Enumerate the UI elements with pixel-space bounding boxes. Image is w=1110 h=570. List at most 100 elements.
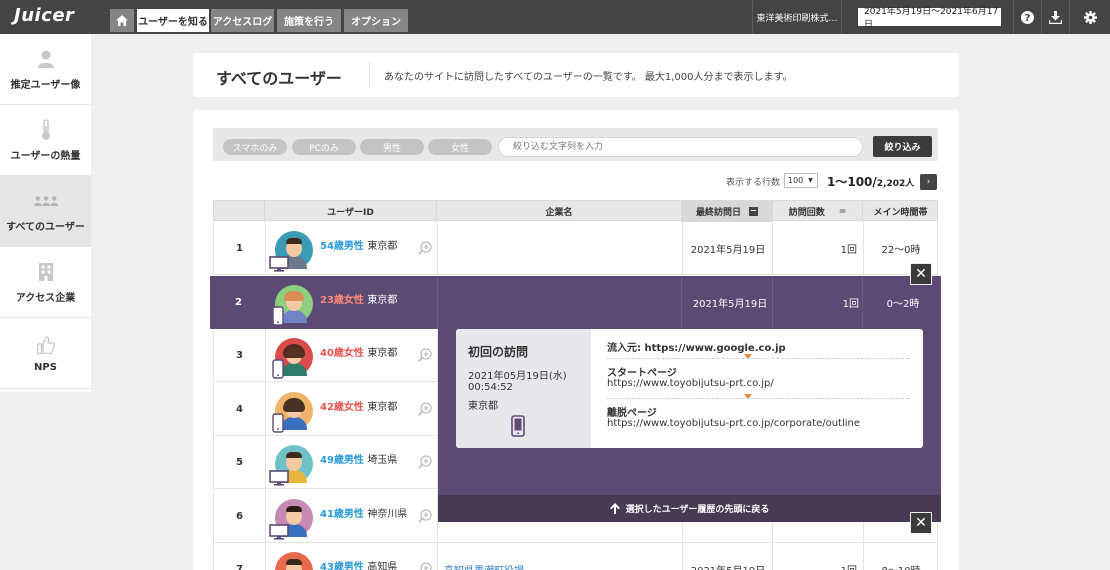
user-prefecture: 東京都	[367, 402, 398, 413]
download-button[interactable]	[1041, 0, 1069, 34]
visit-time: 00:54:52	[468, 382, 513, 393]
total-count: 2,202人	[876, 179, 915, 189]
user-label[interactable]: 43歳男性 高知県	[320, 558, 397, 570]
start-page-url[interactable]: https://www.toyobijutsu-prt.co.jp/	[607, 378, 774, 389]
users-icon	[33, 190, 58, 212]
company-link[interactable]: 高知県黒潮町役場	[444, 543, 524, 570]
narrow-button[interactable]: 絞り込み	[873, 136, 932, 157]
sidebar-item-estimated-persona[interactable]: 推定ユーザー像	[0, 34, 91, 105]
filter-chip-female[interactable]: 女性	[428, 139, 492, 155]
zoom-in-icon[interactable]	[418, 509, 432, 523]
column-header-last-visit[interactable]: 最終訪問日	[682, 201, 773, 222]
visit-date: 2021年05月19日(水)	[468, 371, 567, 382]
settings-icon	[1083, 10, 1097, 24]
desktop-icon	[269, 256, 289, 272]
sort-icon: =	[838, 206, 847, 217]
user-label[interactable]: 40歳女性 東京都	[320, 344, 397, 359]
user-label[interactable]: 54歳男性 東京都	[320, 237, 397, 252]
user-label[interactable]: 41歳男性 神奈川県	[320, 505, 407, 520]
close-icon: ✕	[915, 515, 927, 531]
user-label[interactable]: 49歳男性 埼玉県	[320, 451, 397, 466]
sidebar-item-nps[interactable]: NPS	[0, 318, 91, 389]
page-range: 1〜100/2,202人	[827, 173, 914, 190]
row-number: 5	[236, 456, 243, 468]
narrow-search-input[interactable]	[498, 137, 863, 157]
sidebar-item-access-companies[interactable]: アクセス企業	[0, 247, 91, 318]
next-page-button[interactable]: ›	[920, 174, 937, 190]
last-visit-date: 2021年5月19日	[690, 244, 766, 256]
table-row[interactable]: 1 54歳男性 東京都 2021年5月19日 1回 22〜0時	[213, 222, 938, 275]
rows-per-page-select[interactable]: 100 ▼	[784, 173, 818, 188]
user-age-gender: 54歳男性	[320, 241, 364, 252]
column-divider	[265, 543, 266, 570]
user-prefecture: 神奈川県	[367, 509, 408, 520]
column-header-company[interactable]: 企業名	[437, 201, 682, 222]
visit-count: 1回	[840, 244, 857, 256]
column-divider	[265, 222, 266, 274]
column-header-user-id[interactable]: ユーザーID	[265, 201, 437, 222]
filter-chip-male[interactable]: 男性	[360, 139, 424, 155]
title-panel: すべてのユーザー あなたのサイトに訪問したすべてのユーザーの一覧です。 最大1,…	[193, 53, 959, 97]
tab-options[interactable]: オプション	[344, 9, 408, 32]
visit-count: 1回	[772, 543, 862, 570]
zoom-in-icon[interactable]	[418, 455, 432, 469]
settings-button[interactable]	[1069, 0, 1110, 34]
user-prefecture: 東京都	[367, 348, 398, 359]
visit-count-header-label: 訪問回数	[788, 208, 825, 218]
user-prefecture: 高知県	[367, 562, 398, 570]
exit-page-url[interactable]: https://www.toyobijutsu-prt.co.jp/corpor…	[607, 418, 860, 429]
zoom-in-icon[interactable]	[418, 402, 432, 416]
zoom-in-icon[interactable]	[418, 562, 432, 570]
column-divider	[437, 543, 438, 570]
column-divider	[265, 436, 266, 488]
company-selector[interactable]: 東洋美術印刷株式…	[752, 0, 842, 34]
close-button[interactable]: ✕	[910, 263, 932, 285]
tab-know-users[interactable]: ユーザーを知る	[137, 9, 209, 32]
home-button[interactable]	[110, 9, 134, 32]
first-visit-card: 初回の訪問 2021年05月19日(水) 00:54:52 東京都 流入元: h…	[456, 329, 923, 448]
row-divider	[437, 276, 438, 329]
close-panel-button[interactable]: ✕	[910, 512, 932, 534]
app-logo[interactable]: Juicer	[14, 5, 74, 26]
column-header-visit-count[interactable]: 訪問回数 =	[773, 201, 863, 222]
column-header-main-time[interactable]: メイン時間帯	[863, 201, 938, 222]
smartphone-icon	[272, 306, 284, 326]
back-to-top-button[interactable]: 選択したユーザー履歴の先頭に戻る	[438, 495, 941, 522]
table-row[interactable]: 7 43歳男性 高知県 高知県黒潮町役場 2021年5月19日1回8〜10時	[213, 543, 938, 570]
sidebar-item-label: すべてのユーザー	[6, 221, 85, 233]
filter-chip-smartphone[interactable]: スマホのみ	[223, 139, 287, 155]
tab-access-log[interactable]: アクセスログ	[211, 9, 274, 32]
zoom-in-icon[interactable]	[418, 241, 432, 255]
user-age-gender: 43歳男性	[320, 562, 364, 570]
help-button[interactable]: ?	[1013, 0, 1041, 34]
user-label[interactable]: 42歳女性 東京都	[320, 398, 397, 413]
last-visit-date: 2021年5月19日	[692, 299, 768, 310]
help-icon: ?	[1021, 10, 1034, 24]
selected-user-row[interactable]: 2 23歳女性 東京都 2021年5月19日 1回 0〜2時	[210, 276, 941, 329]
date-range-field[interactable]: 2021年5月19日〜2021年6月17日	[858, 7, 1001, 30]
user-label[interactable]: 23歳女性 東京都	[320, 291, 397, 306]
sidebar-item-all-users[interactable]: すべてのユーザー	[0, 176, 91, 247]
row-divider	[862, 276, 863, 329]
sidebar-item-user-heat[interactable]: ユーザーの熱量	[0, 105, 91, 176]
thumbs-up-icon	[34, 334, 58, 356]
title-divider	[369, 62, 370, 88]
main-time: 8〜10時	[863, 543, 939, 570]
sort-desc-icon	[749, 207, 758, 216]
tab-measures[interactable]: 施策を行う	[277, 9, 341, 32]
visit-pages: 流入元: https://www.google.co.jp スタートページ ht…	[591, 329, 923, 448]
desktop-icon	[269, 470, 289, 486]
row-divider	[772, 276, 773, 329]
last-visit-date: 2021年5月19日	[683, 543, 773, 570]
referrer-label: 流入元: https://www.google.co.jp	[607, 343, 786, 354]
filter-chip-pc[interactable]: PCのみ	[292, 139, 356, 155]
row-number: 2	[235, 297, 242, 308]
last-visit-header-label: 最終訪問日	[695, 208, 741, 218]
home-icon	[116, 15, 128, 26]
person-icon	[34, 48, 58, 70]
zoom-in-icon[interactable]	[418, 348, 432, 362]
row-divider	[681, 276, 682, 329]
user-age-gender: 42歳女性	[320, 402, 364, 413]
user-age-gender: 49歳男性	[320, 455, 364, 466]
page-range-value: 1〜100/	[827, 175, 877, 189]
